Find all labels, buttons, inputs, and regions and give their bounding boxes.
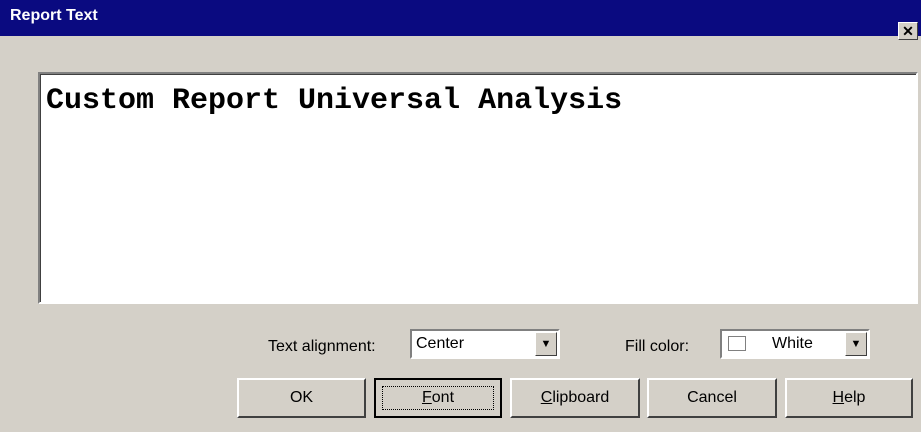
text-alignment-select[interactable]: Center ▼	[410, 329, 560, 359]
help-button-label: Help	[832, 389, 866, 406]
text-alignment-label: Text alignment:	[268, 338, 376, 355]
cancel-button-label: Cancel	[687, 389, 737, 406]
clipboard-button[interactable]: Clipboard	[510, 378, 640, 418]
close-icon: ✕	[902, 23, 914, 39]
text-alignment-value: Center	[416, 335, 465, 352]
fill-color-value: White	[772, 335, 813, 352]
fill-color-select[interactable]: White ▼	[720, 329, 870, 359]
color-swatch	[728, 336, 746, 351]
close-button[interactable]: ✕	[898, 22, 918, 40]
title-bar: Report Text ✕	[0, 0, 921, 40]
ok-button-label: OK	[289, 389, 314, 406]
ok-button[interactable]: OK	[237, 378, 366, 418]
report-text-dialog: Report Text ✕ Custom Report Universal An…	[0, 0, 921, 432]
clipboard-button-label: Clipboard	[540, 389, 610, 406]
fill-color-label: Fill color:	[625, 338, 690, 355]
report-text-content: Custom Report Universal Analysis	[46, 84, 623, 118]
cancel-button[interactable]: Cancel	[647, 378, 777, 418]
help-button[interactable]: Help	[785, 378, 913, 418]
font-button-label: Font	[421, 389, 455, 406]
chevron-down-icon[interactable]: ▼	[535, 332, 557, 356]
report-text-editor[interactable]: Custom Report Universal Analysis	[38, 72, 918, 304]
chevron-down-icon[interactable]: ▼	[845, 332, 867, 356]
font-button[interactable]: Font	[374, 378, 502, 418]
window-title: Report Text	[10, 7, 98, 24]
